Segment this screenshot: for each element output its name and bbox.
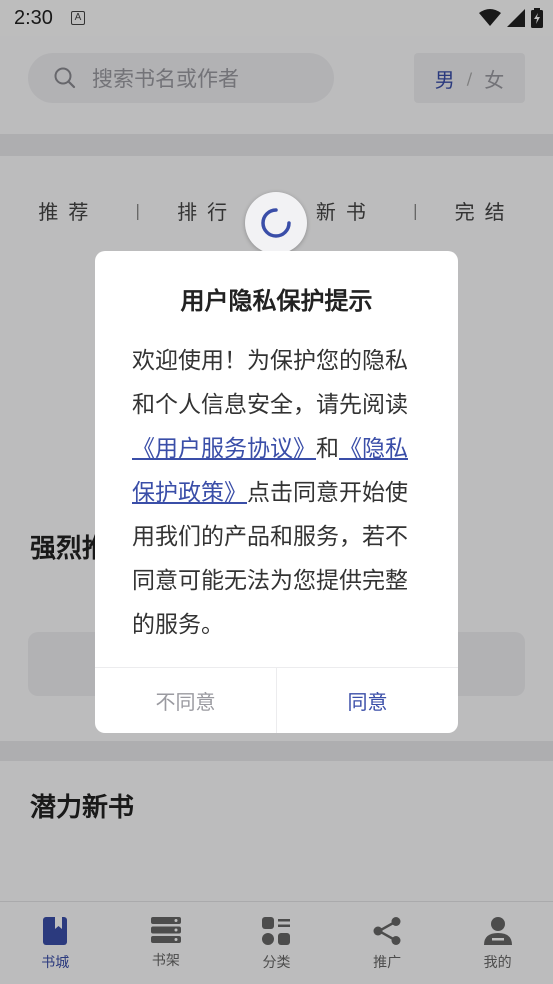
dialog-title: 用户隐私保护提示 [180, 287, 373, 315]
agree-button[interactable]: 同意 [277, 668, 458, 733]
privacy-dialog: 用户隐私保护提示 欢迎使用！为保护您的隐私和个人信息安全，请先阅读《用户服务协议… [95, 251, 458, 733]
loading-spinner [245, 192, 307, 254]
dialog-text: 和 [316, 436, 339, 462]
terms-link[interactable]: 《用户服务协议》 [132, 436, 316, 462]
disagree-button[interactable]: 不同意 [95, 668, 277, 733]
dialog-text: 欢迎使用！为保护您的隐私和个人信息安全，请先阅读 [132, 348, 408, 418]
spinner-icon [261, 208, 291, 238]
dialog-body: 欢迎使用！为保护您的隐私和个人信息安全，请先阅读《用户服务协议》和《隐私保护政策… [132, 339, 422, 647]
dialog-actions: 不同意 同意 [95, 667, 458, 733]
